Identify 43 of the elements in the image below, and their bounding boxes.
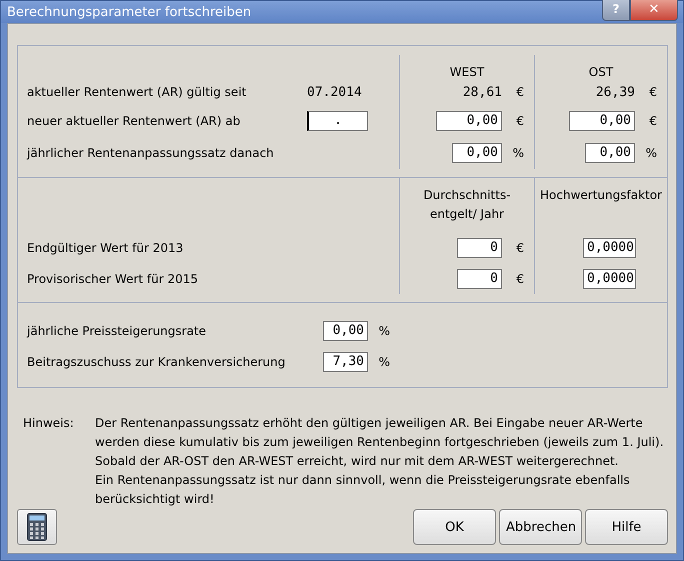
number-input-field[interactable]: 0 bbox=[457, 238, 502, 258]
column-header: WEST bbox=[448, 64, 486, 79]
field-label: neuer aktueller Rentenwert (AR) ab bbox=[27, 114, 240, 128]
number-input-field[interactable]: 0,00 bbox=[585, 143, 635, 163]
calculator-button[interactable] bbox=[17, 509, 57, 545]
number-input-field[interactable]: 0,00 bbox=[569, 111, 635, 131]
unit-label: € bbox=[515, 272, 524, 286]
number-input-field[interactable]: 0,0000 bbox=[583, 268, 636, 288]
dialog-button[interactable]: Hilfe bbox=[585, 509, 668, 545]
unit-label: % bbox=[644, 146, 657, 160]
dialog-button[interactable]: Abbrechen bbox=[499, 509, 582, 545]
field-label: Provisorischer Wert für 2015 bbox=[27, 272, 198, 286]
column-header: OST bbox=[588, 64, 614, 79]
window-title: Berechnungsparameter fortschreiben bbox=[7, 4, 252, 20]
date-input-field[interactable]: . bbox=[307, 111, 368, 131]
number-input-field[interactable]: 0,0000 bbox=[583, 238, 636, 258]
field-label: Endgültiger Wert für 2013 bbox=[27, 240, 184, 254]
hint-text: Der Rentenanpassungssatz erhöht den gültigen jeweiligen AR. Bei Eingabe neuer AR-Werte werden diese kumulativ bis zum jeweiligen Rentenbeginn fortgeschrieben (jeweils zum 1. Juli). Sobald der AR-OST den AR-WEST erreicht, wird nur mit dem AR-WEST weitergerechnet. Ein Rentenanpassungssatz ist nur dann sinnvoll, wenn die Preissteigerungsrate ebenfalls berücksichtigt wird! bbox=[95, 415, 664, 508]
column-header: Durchschnitts- entgelt/ Jahr bbox=[422, 187, 512, 223]
unit-label: % bbox=[378, 354, 390, 368]
unit-label: % bbox=[378, 324, 390, 338]
unit-label: € bbox=[515, 240, 524, 254]
number-input-field[interactable]: 0,00 bbox=[452, 143, 502, 163]
unit-label: € bbox=[515, 85, 524, 99]
number-input-field[interactable]: 7,30 bbox=[323, 352, 368, 372]
dialog-button[interactable]: OK bbox=[413, 509, 496, 545]
date-text: 07.2014 bbox=[307, 84, 363, 100]
value-text: 26,39 bbox=[596, 84, 635, 100]
number-input-field[interactable]: 0 bbox=[457, 268, 502, 288]
column-header: Hochwertungsfaktor bbox=[539, 187, 663, 204]
calculator-icon bbox=[27, 513, 47, 541]
field-label: jährlicher Rentenanpassungssatz danach bbox=[27, 146, 274, 160]
unit-label: € bbox=[648, 114, 657, 128]
unit-label: € bbox=[648, 85, 657, 99]
number-input-field[interactable]: 0,00 bbox=[323, 320, 368, 340]
field-label: Beitragszuschuss zur Krankenversicherung bbox=[27, 354, 286, 368]
unit-label: % bbox=[512, 146, 524, 160]
field-label: jährliche Preissteigerungsrate bbox=[27, 324, 208, 338]
field-label: aktueller Rentenwert (AR) gültig seit bbox=[27, 85, 246, 99]
number-input-field[interactable]: 0,00 bbox=[436, 111, 502, 131]
unit-label: € bbox=[515, 114, 524, 128]
value-text: 28,61 bbox=[462, 84, 502, 100]
hint-label: Hinweis: bbox=[23, 415, 75, 432]
